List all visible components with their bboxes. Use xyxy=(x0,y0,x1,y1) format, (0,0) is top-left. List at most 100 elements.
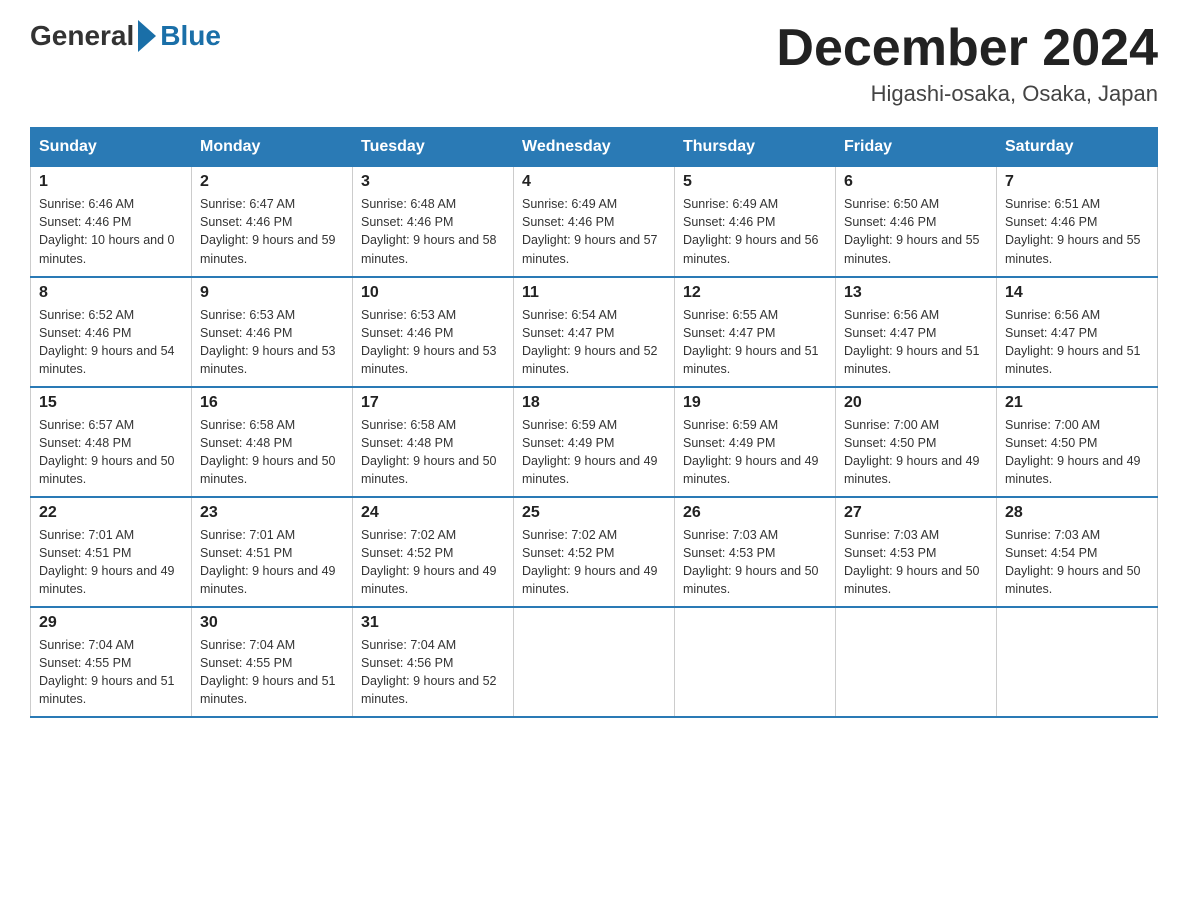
day-info: Sunrise: 6:58 AMSunset: 4:48 PMDaylight:… xyxy=(361,418,497,486)
calendar-cell: 23 Sunrise: 7:01 AMSunset: 4:51 PMDaylig… xyxy=(192,497,353,607)
day-number: 7 xyxy=(1005,173,1149,191)
calendar-cell xyxy=(997,607,1158,717)
calendar-cell: 15 Sunrise: 6:57 AMSunset: 4:48 PMDaylig… xyxy=(31,387,192,497)
weekday-header-friday: Friday xyxy=(836,128,997,167)
day-number: 5 xyxy=(683,173,827,191)
day-number: 17 xyxy=(361,394,505,412)
calendar-cell: 27 Sunrise: 7:03 AMSunset: 4:53 PMDaylig… xyxy=(836,497,997,607)
day-number: 25 xyxy=(522,504,666,522)
calendar-week-row: 1 Sunrise: 6:46 AMSunset: 4:46 PMDayligh… xyxy=(31,167,1158,277)
day-number: 4 xyxy=(522,173,666,191)
day-info: Sunrise: 6:57 AMSunset: 4:48 PMDaylight:… xyxy=(39,418,175,486)
day-info: Sunrise: 6:47 AMSunset: 4:46 PMDaylight:… xyxy=(200,197,336,265)
day-number: 28 xyxy=(1005,504,1149,522)
header: General Blue December 2024 Higashi-osaka… xyxy=(30,20,1158,107)
day-number: 12 xyxy=(683,284,827,302)
weekday-header-monday: Monday xyxy=(192,128,353,167)
calendar-week-row: 8 Sunrise: 6:52 AMSunset: 4:46 PMDayligh… xyxy=(31,277,1158,387)
day-info: Sunrise: 7:00 AMSunset: 4:50 PMDaylight:… xyxy=(1005,418,1141,486)
calendar-cell: 9 Sunrise: 6:53 AMSunset: 4:46 PMDayligh… xyxy=(192,277,353,387)
day-info: Sunrise: 7:01 AMSunset: 4:51 PMDaylight:… xyxy=(200,528,336,596)
month-year-title: December 2024 xyxy=(776,20,1158,77)
calendar-cell: 6 Sunrise: 6:50 AMSunset: 4:46 PMDayligh… xyxy=(836,167,997,277)
day-info: Sunrise: 6:51 AMSunset: 4:46 PMDaylight:… xyxy=(1005,197,1141,265)
day-info: Sunrise: 6:59 AMSunset: 4:49 PMDaylight:… xyxy=(683,418,819,486)
calendar-cell: 3 Sunrise: 6:48 AMSunset: 4:46 PMDayligh… xyxy=(353,167,514,277)
calendar-cell: 5 Sunrise: 6:49 AMSunset: 4:46 PMDayligh… xyxy=(675,167,836,277)
day-info: Sunrise: 7:02 AMSunset: 4:52 PMDaylight:… xyxy=(522,528,658,596)
day-number: 20 xyxy=(844,394,988,412)
day-number: 16 xyxy=(200,394,344,412)
calendar-cell: 2 Sunrise: 6:47 AMSunset: 4:46 PMDayligh… xyxy=(192,167,353,277)
day-number: 18 xyxy=(522,394,666,412)
calendar-cell: 18 Sunrise: 6:59 AMSunset: 4:49 PMDaylig… xyxy=(514,387,675,497)
day-number: 24 xyxy=(361,504,505,522)
day-info: Sunrise: 6:53 AMSunset: 4:46 PMDaylight:… xyxy=(361,308,497,376)
calendar-table: SundayMondayTuesdayWednesdayThursdayFrid… xyxy=(30,127,1158,718)
calendar-cell xyxy=(514,607,675,717)
day-info: Sunrise: 7:03 AMSunset: 4:53 PMDaylight:… xyxy=(683,528,819,596)
day-number: 9 xyxy=(200,284,344,302)
calendar-cell: 29 Sunrise: 7:04 AMSunset: 4:55 PMDaylig… xyxy=(31,607,192,717)
weekday-header-saturday: Saturday xyxy=(997,128,1158,167)
calendar-cell: 24 Sunrise: 7:02 AMSunset: 4:52 PMDaylig… xyxy=(353,497,514,607)
location-subtitle: Higashi-osaka, Osaka, Japan xyxy=(776,81,1158,107)
day-number: 21 xyxy=(1005,394,1149,412)
day-number: 26 xyxy=(683,504,827,522)
day-number: 10 xyxy=(361,284,505,302)
logo-blue-text: Blue xyxy=(160,20,221,52)
day-number: 2 xyxy=(200,173,344,191)
weekday-header-wednesday: Wednesday xyxy=(514,128,675,167)
day-info: Sunrise: 6:54 AMSunset: 4:47 PMDaylight:… xyxy=(522,308,658,376)
day-number: 14 xyxy=(1005,284,1149,302)
logo: General Blue xyxy=(30,20,221,52)
weekday-header-sunday: Sunday xyxy=(31,128,192,167)
calendar-week-row: 15 Sunrise: 6:57 AMSunset: 4:48 PMDaylig… xyxy=(31,387,1158,497)
day-number: 31 xyxy=(361,614,505,632)
day-info: Sunrise: 7:04 AMSunset: 4:55 PMDaylight:… xyxy=(39,638,175,706)
day-info: Sunrise: 7:02 AMSunset: 4:52 PMDaylight:… xyxy=(361,528,497,596)
day-number: 11 xyxy=(522,284,666,302)
day-info: Sunrise: 7:01 AMSunset: 4:51 PMDaylight:… xyxy=(39,528,175,596)
day-info: Sunrise: 6:50 AMSunset: 4:46 PMDaylight:… xyxy=(844,197,980,265)
calendar-cell: 14 Sunrise: 6:56 AMSunset: 4:47 PMDaylig… xyxy=(997,277,1158,387)
day-info: Sunrise: 6:53 AMSunset: 4:46 PMDaylight:… xyxy=(200,308,336,376)
day-info: Sunrise: 6:56 AMSunset: 4:47 PMDaylight:… xyxy=(844,308,980,376)
calendar-cell: 28 Sunrise: 7:03 AMSunset: 4:54 PMDaylig… xyxy=(997,497,1158,607)
day-info: Sunrise: 6:49 AMSunset: 4:46 PMDaylight:… xyxy=(683,197,819,265)
day-number: 22 xyxy=(39,504,183,522)
calendar-cell: 25 Sunrise: 7:02 AMSunset: 4:52 PMDaylig… xyxy=(514,497,675,607)
day-number: 1 xyxy=(39,173,183,191)
calendar-cell: 4 Sunrise: 6:49 AMSunset: 4:46 PMDayligh… xyxy=(514,167,675,277)
day-number: 23 xyxy=(200,504,344,522)
day-number: 19 xyxy=(683,394,827,412)
day-number: 8 xyxy=(39,284,183,302)
day-number: 30 xyxy=(200,614,344,632)
day-info: Sunrise: 6:58 AMSunset: 4:48 PMDaylight:… xyxy=(200,418,336,486)
calendar-cell: 21 Sunrise: 7:00 AMSunset: 4:50 PMDaylig… xyxy=(997,387,1158,497)
calendar-cell: 20 Sunrise: 7:00 AMSunset: 4:50 PMDaylig… xyxy=(836,387,997,497)
day-number: 13 xyxy=(844,284,988,302)
day-number: 3 xyxy=(361,173,505,191)
calendar-cell: 10 Sunrise: 6:53 AMSunset: 4:46 PMDaylig… xyxy=(353,277,514,387)
day-info: Sunrise: 7:03 AMSunset: 4:54 PMDaylight:… xyxy=(1005,528,1141,596)
calendar-cell: 22 Sunrise: 7:01 AMSunset: 4:51 PMDaylig… xyxy=(31,497,192,607)
calendar-cell: 7 Sunrise: 6:51 AMSunset: 4:46 PMDayligh… xyxy=(997,167,1158,277)
weekday-header-row: SundayMondayTuesdayWednesdayThursdayFrid… xyxy=(31,128,1158,167)
calendar-cell: 11 Sunrise: 6:54 AMSunset: 4:47 PMDaylig… xyxy=(514,277,675,387)
day-info: Sunrise: 7:03 AMSunset: 4:53 PMDaylight:… xyxy=(844,528,980,596)
title-area: December 2024 Higashi-osaka, Osaka, Japa… xyxy=(776,20,1158,107)
day-info: Sunrise: 7:00 AMSunset: 4:50 PMDaylight:… xyxy=(844,418,980,486)
logo-chevron-icon xyxy=(138,20,156,52)
day-info: Sunrise: 6:52 AMSunset: 4:46 PMDaylight:… xyxy=(39,308,175,376)
logo-general-text: General xyxy=(30,20,134,52)
day-info: Sunrise: 6:49 AMSunset: 4:46 PMDaylight:… xyxy=(522,197,658,265)
day-info: Sunrise: 7:04 AMSunset: 4:56 PMDaylight:… xyxy=(361,638,497,706)
calendar-cell: 12 Sunrise: 6:55 AMSunset: 4:47 PMDaylig… xyxy=(675,277,836,387)
day-number: 6 xyxy=(844,173,988,191)
day-number: 29 xyxy=(39,614,183,632)
calendar-week-row: 29 Sunrise: 7:04 AMSunset: 4:55 PMDaylig… xyxy=(31,607,1158,717)
day-number: 27 xyxy=(844,504,988,522)
day-info: Sunrise: 7:04 AMSunset: 4:55 PMDaylight:… xyxy=(200,638,336,706)
weekday-header-thursday: Thursday xyxy=(675,128,836,167)
